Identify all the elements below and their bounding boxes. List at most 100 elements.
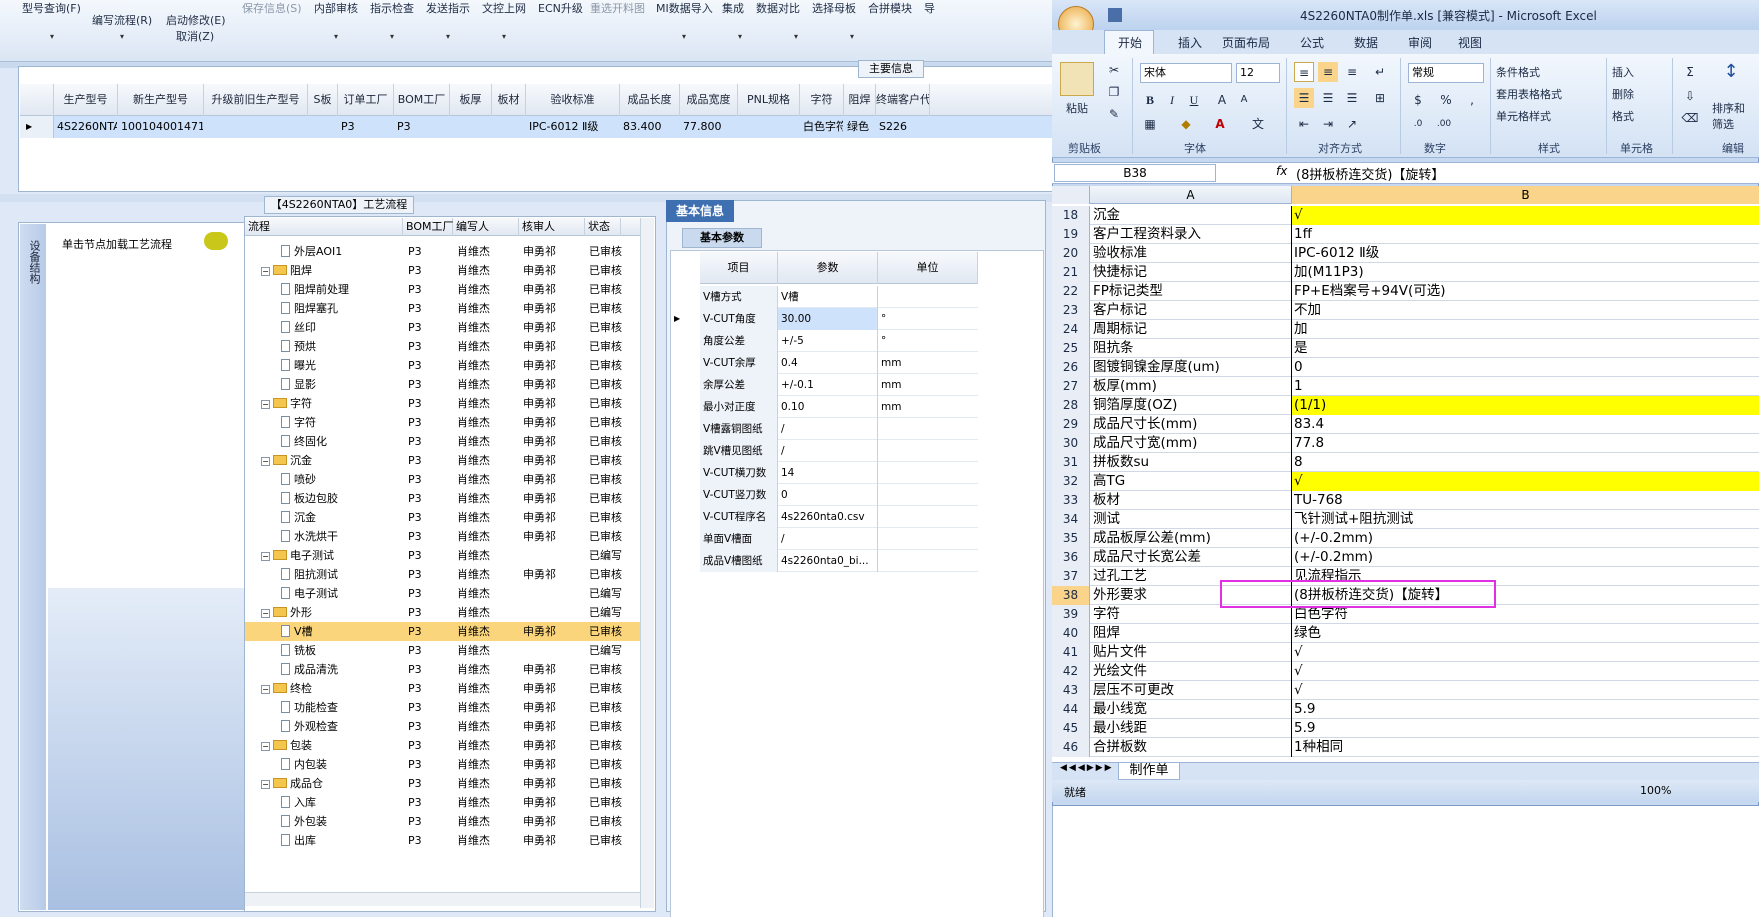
sheet-row[interactable]: 21 快捷标记 加(M11P3) <box>1052 263 1759 282</box>
decrease-font-icon[interactable]: A <box>1234 90 1254 110</box>
collapse-toggle-icon[interactable]: − <box>261 400 270 409</box>
param-row[interactable]: V-CUT余厚 0.4 mm <box>700 352 978 374</box>
flow-row[interactable]: − 终检 P3 肖维杰 申勇祁 已审核 <box>245 679 645 698</box>
grid-cell-1[interactable]: 10010400147147 <box>121 116 203 138</box>
grid-cell-13[interactable]: 绿色 <box>847 116 875 138</box>
align-right-icon[interactable]: ☰ <box>1342 88 1362 108</box>
sum-icon[interactable]: Σ <box>1680 62 1700 82</box>
sheet-row[interactable]: 22 FP标记类型 FP+E档案号+94V(可选) <box>1052 282 1759 301</box>
flow-header-2[interactable]: 编写人 <box>453 218 519 236</box>
grid-cell-2[interactable] <box>207 116 307 138</box>
sheet-tab[interactable]: 制作单 <box>1118 762 1180 780</box>
row-number[interactable]: 26 <box>1052 358 1090 377</box>
ribbon-tab-6[interactable]: 视图 <box>1458 34 1482 51</box>
param-row[interactable]: V槽露铜图纸 / <box>700 418 978 440</box>
collapse-toggle-icon[interactable]: − <box>261 457 270 466</box>
collapse-toggle-icon[interactable]: − <box>261 742 270 751</box>
cell-a[interactable]: 图镀铜镍金厚度(um) <box>1090 358 1292 377</box>
format-painter-icon[interactable]: ✎ <box>1104 104 1124 124</box>
merge-center-icon[interactable]: ⊞ <box>1370 88 1390 108</box>
dropdown-arrow-icon[interactable]: ▾ <box>120 32 124 41</box>
side-vertical-tab[interactable] <box>20 224 46 910</box>
flow-row[interactable]: 成品清洗 P3 肖维杰 申勇祁 已审核 <box>245 660 645 679</box>
zoom-level[interactable]: 100% <box>1640 784 1671 797</box>
dropdown-arrow-icon[interactable]: ▾ <box>738 32 742 41</box>
flow-row[interactable]: 字符 P3 肖维杰 申勇祁 已审核 <box>245 413 645 432</box>
cell-a[interactable]: 层压不可更改 <box>1090 681 1292 700</box>
flow-row[interactable]: − 字符 P3 肖维杰 申勇祁 已审核 <box>245 394 645 413</box>
cell-a[interactable]: 最小线距 <box>1090 719 1292 738</box>
select-all-corner[interactable] <box>1052 186 1090 204</box>
row-number[interactable]: 39 <box>1052 605 1090 624</box>
grid-cell-3[interactable] <box>311 116 337 138</box>
cell-a[interactable]: 沉金 <box>1090 206 1292 225</box>
sheet-row[interactable]: 30 成品尺寸宽(mm) 77.8 <box>1052 434 1759 453</box>
cell-b[interactable]: IPC-6012 Ⅱ级 <box>1292 244 1759 263</box>
sheet-row[interactable]: 18 沉金 √ <box>1052 206 1759 225</box>
param-row[interactable]: 跳V槽见图纸 / <box>700 440 978 462</box>
param-value-cell[interactable]: +/-5 <box>778 330 878 352</box>
filter-button-label[interactable]: 筛选 <box>1712 116 1734 132</box>
flow-row[interactable]: − 沉金 P3 肖维杰 申勇祁 已审核 <box>245 451 645 470</box>
toolbar-item-1[interactable]: 编写流程(R) <box>92 12 152 28</box>
copy-icon[interactable]: ❐ <box>1104 82 1124 102</box>
cell-a[interactable]: 板厚(mm) <box>1090 377 1292 396</box>
phonetic-icon[interactable]: 文 <box>1248 114 1268 134</box>
cell-b[interactable]: 8 <box>1292 453 1759 472</box>
grid-cell-5[interactable]: P3 <box>397 116 449 138</box>
decrease-decimal-icon[interactable]: .00 <box>1434 114 1454 134</box>
flow-row[interactable]: 板边包胶 P3 肖维杰 申勇祁 已审核 <box>245 489 645 508</box>
flow-row[interactable]: 阻焊塞孔 P3 肖维杰 申勇祁 已审核 <box>245 299 645 318</box>
grid-cell-11[interactable] <box>741 116 799 138</box>
cell-b[interactable]: (+/-0.2mm) <box>1292 548 1759 567</box>
param-value-cell[interactable]: 30.00 <box>778 308 878 330</box>
cell-a[interactable]: 验收标准 <box>1090 244 1292 263</box>
sheet-row[interactable]: 26 图镀铜镍金厚度(um) 0 <box>1052 358 1759 377</box>
grid-header-4[interactable]: 订单工厂 <box>338 84 394 116</box>
cell-a[interactable]: 板材 <box>1090 491 1292 510</box>
param-row[interactable]: V槽方式 V槽 <box>700 286 978 308</box>
cell-b[interactable]: √ <box>1292 643 1759 662</box>
row-number[interactable]: 34 <box>1052 510 1090 529</box>
sheet-row[interactable]: 33 板材 TU-768 <box>1052 491 1759 510</box>
sheet-row[interactable]: 23 客户标记 不加 <box>1052 301 1759 320</box>
row-number[interactable]: 30 <box>1052 434 1090 453</box>
cell-a[interactable]: 阻焊 <box>1090 624 1292 643</box>
toolbar-item-10[interactable]: 重选开料图 <box>590 0 645 16</box>
grid-header-3[interactable]: S板 <box>308 84 338 116</box>
toolbar-item-0[interactable]: 型号查询(F) <box>22 0 81 16</box>
toolbar-item-15[interactable]: 合拼模块 <box>868 0 912 16</box>
comma-icon[interactable]: , <box>1462 90 1482 110</box>
cell-b[interactable]: 1种相同 <box>1292 738 1759 757</box>
cell-a[interactable]: 成品板厚公差(mm) <box>1090 529 1292 548</box>
insert-cells-button[interactable]: 插入 <box>1612 64 1634 80</box>
param-row[interactable]: V-CUT横刀数 14 <box>700 462 978 484</box>
dropdown-arrow-icon[interactable]: ▾ <box>850 32 854 41</box>
flow-row[interactable]: 外观检查 P3 肖维杰 申勇祁 已审核 <box>245 717 645 736</box>
cell-a[interactable]: 周期标记 <box>1090 320 1292 339</box>
row-number[interactable]: 35 <box>1052 529 1090 548</box>
param-value-cell[interactable]: 0 <box>778 484 878 506</box>
cell-b[interactable]: (+/-0.2mm) <box>1292 529 1759 548</box>
cell-a[interactable]: FP标记类型 <box>1090 282 1292 301</box>
cell-a[interactable]: 光绘文件 <box>1090 662 1292 681</box>
sheet-row[interactable]: 41 贴片文件 √ <box>1052 643 1759 662</box>
collapse-toggle-icon[interactable]: − <box>261 267 270 276</box>
increase-font-icon[interactable]: A <box>1212 90 1232 110</box>
cell-a[interactable]: 客户标记 <box>1090 301 1292 320</box>
font-name-select[interactable]: 宋体 <box>1140 63 1232 83</box>
cell-b[interactable]: 加(M11P3) <box>1292 263 1759 282</box>
ribbon-tab-0[interactable]: 开始 <box>1118 34 1142 51</box>
cell-a[interactable]: 阻抗条 <box>1090 339 1292 358</box>
param-value-cell[interactable]: 14 <box>778 462 878 484</box>
cell-style-button[interactable]: 单元格样式 <box>1496 108 1551 124</box>
flow-row[interactable]: 电子测试 P3 肖维杰 已编写 <box>245 584 645 603</box>
insert-function-icon[interactable]: fx <box>1276 164 1287 178</box>
row-number[interactable]: 42 <box>1052 662 1090 681</box>
cell-b[interactable]: 不加 <box>1292 301 1759 320</box>
ribbon-tab-1[interactable]: 插入 <box>1178 34 1202 51</box>
sheet-row[interactable]: 24 周期标记加 <box>1052 320 1759 339</box>
param-value-cell[interactable]: 4s2260nta0_bi... <box>778 550 878 572</box>
align-middle-icon[interactable]: ≡ <box>1318 62 1338 82</box>
param-value-cell[interactable]: / <box>778 418 878 440</box>
